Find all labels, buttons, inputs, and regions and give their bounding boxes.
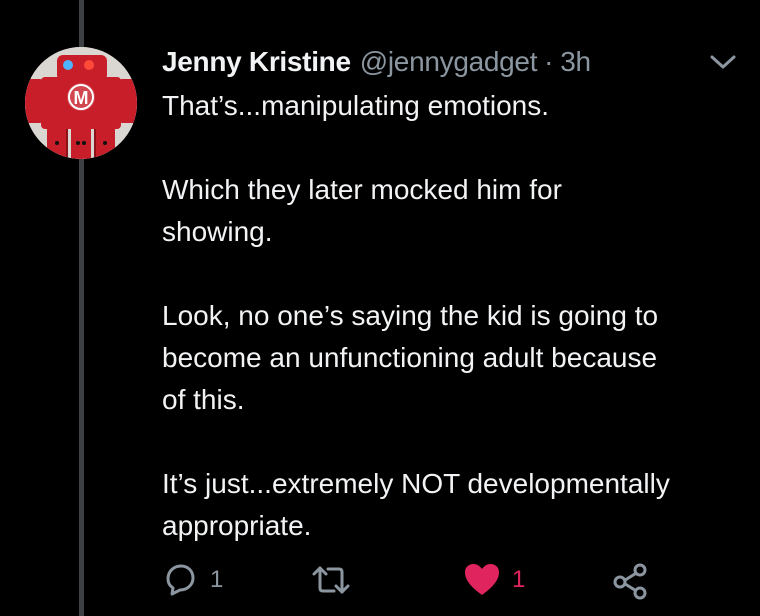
tweet-text: That’s...manipulating emotions. Which th…	[162, 85, 747, 589]
tweet-paragraph: Look, no one’s saying the kid is going t…	[162, 300, 659, 415]
tweet-header: Jenny Kristine @jennygadget · 3h	[162, 46, 591, 82]
like-count: 1	[512, 566, 526, 593]
share-icon	[613, 563, 647, 600]
author-name[interactable]: Jenny Kristine	[162, 46, 351, 78]
separator: ·	[544, 46, 554, 77]
reply-count: 1	[210, 566, 224, 593]
like-button[interactable]: 1	[462, 560, 525, 600]
avatar[interactable]: M	[25, 47, 137, 159]
author-handle[interactable]: @jennygadget	[360, 46, 538, 78]
tweet-actions: 1 1	[160, 560, 660, 600]
chevron-down-icon[interactable]	[708, 52, 738, 72]
avatar-letter: M	[74, 88, 89, 108]
robot-avatar-image: M	[25, 47, 137, 159]
retweet-icon	[312, 566, 350, 594]
share-button[interactable]	[610, 560, 650, 600]
tweet-paragraph: It’s just...extremely NOT developmentall…	[162, 468, 670, 541]
retweet-button[interactable]	[310, 560, 352, 600]
reply-button[interactable]: 1	[160, 560, 223, 600]
tweet-paragraph: Which they later mocked him for showing.	[162, 174, 562, 247]
timestamp[interactable]: 3h	[560, 46, 591, 78]
heart-icon	[465, 564, 499, 595]
tweet-paragraph: That’s...manipulating emotions.	[162, 90, 550, 121]
reply-icon	[166, 564, 195, 596]
